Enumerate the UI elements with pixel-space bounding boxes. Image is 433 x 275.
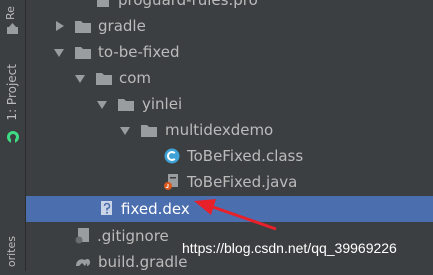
tool-window-stripe: Re 1: Project orites — [0, 0, 26, 271]
folder-icon — [75, 21, 91, 33]
project-tab-label: 1: Project — [5, 64, 19, 121]
tree-row-to-be-fixed[interactable]: to-be-fixed — [26, 39, 433, 65]
collapse-arrow-icon[interactable] — [120, 127, 130, 135]
tree-row-com[interactable]: com — [26, 65, 433, 91]
tree-row-multidexdemo[interactable]: multidexdemo — [26, 117, 433, 143]
expand-arrow-icon[interactable] — [56, 21, 64, 31]
watermark-text: https://blog.csdn.net/qq_39969226 — [182, 240, 397, 256]
tree-row-yinlei[interactable]: yinlei — [26, 91, 433, 117]
tree-row-gradle[interactable]: gradle — [26, 13, 433, 39]
java-file-icon — [164, 174, 178, 190]
tree-row-proguard-rules[interactable]: proguard-rules.pro — [26, 0, 433, 13]
collapse-arrow-icon[interactable] — [97, 101, 107, 109]
android-project-icon — [7, 131, 19, 143]
tree-row-label: multidexdemo — [165, 121, 274, 139]
tree-row-label: com — [119, 69, 152, 87]
folder-icon — [75, 47, 91, 59]
folder-icon — [118, 99, 134, 111]
resource-manager-icon — [7, 23, 18, 34]
file-icon — [97, 0, 109, 7]
resource-manager-tab-label: Re — [4, 6, 17, 20]
resource-manager-tab[interactable]: Re — [0, 0, 25, 40]
tree-row-label: fixed.dex — [121, 200, 190, 218]
tree-row-label: proguard-rules.pro — [118, 0, 258, 9]
collapse-arrow-icon[interactable] — [54, 49, 64, 57]
collapse-arrow-icon[interactable] — [75, 75, 85, 83]
tree-row-label: .gitignore — [97, 227, 169, 245]
folder-icon — [96, 73, 112, 85]
favorites-tool-tab[interactable]: orites — [0, 232, 25, 271]
tree-row-label: ToBeFixed.java — [187, 173, 298, 191]
gradle-icon — [76, 258, 90, 266]
annotation-arrow-icon — [194, 199, 277, 231]
gitignore-icon — [75, 228, 89, 244]
folder-icon — [141, 125, 157, 137]
tree-row-label: build.gradle — [98, 253, 188, 271]
favorites-tab-label: orites — [5, 236, 18, 268]
tree-row-label: gradle — [98, 17, 146, 35]
tree-row-label: ToBeFixed.class — [187, 147, 304, 165]
tree-row-tobefixed-java[interactable]: ToBeFixed.java — [26, 169, 433, 195]
tree-row-label: to-be-fixed — [98, 43, 180, 61]
class-icon — [164, 148, 180, 164]
unknown-file-icon — [101, 201, 112, 215]
tree-row-label: yinlei — [142, 95, 183, 113]
tree-row-tobefixed-class[interactable]: ToBeFixed.class — [26, 143, 433, 169]
